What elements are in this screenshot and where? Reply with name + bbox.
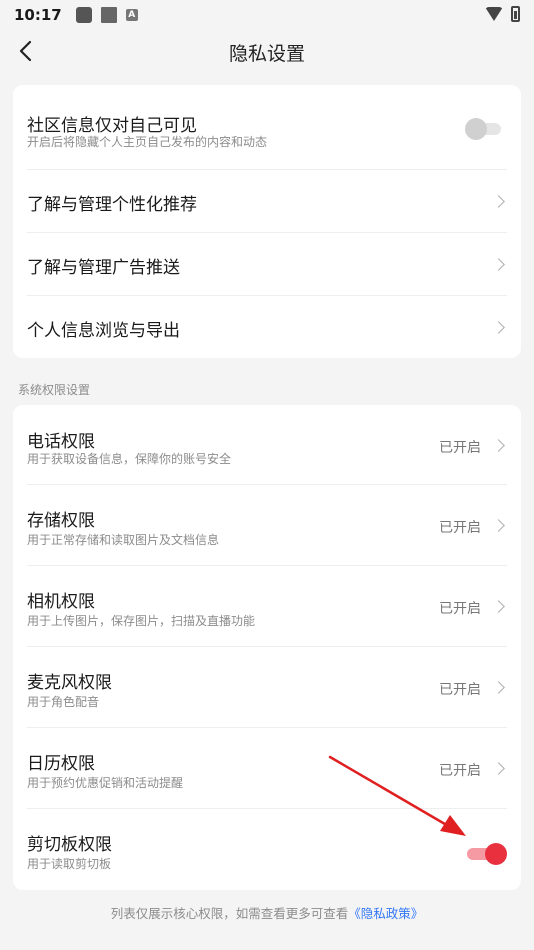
row-label: 个人信息浏览与导出	[27, 321, 180, 341]
status-time: 10:17	[14, 6, 62, 24]
notification-a-icon: A	[125, 9, 138, 21]
row-label: 了解与管理广告推送	[27, 258, 180, 278]
row-label: 了解与管理个性化推荐	[27, 195, 197, 215]
permission-status: 已开启	[439, 440, 481, 456]
permission-status: 已开启	[439, 682, 481, 698]
row-subtitle: 用于上传图片，保存图片，扫描及直播功能	[27, 614, 256, 628]
page-title: 隐私设置	[228, 43, 305, 65]
section-label: 系统权限设置	[18, 383, 91, 397]
wifi-icon	[485, 7, 503, 21]
camera-permission-row[interactable]: 相机权限 用于上传图片，保存图片，扫描及直播功能 已开启	[27, 566, 507, 647]
row-subtitle: 用于预约优惠促销和活动提醒	[27, 776, 184, 790]
row-subtitle: 开启后将隐藏个人主页自己发布的内容和动态	[27, 135, 268, 149]
row-subtitle: 用于正常存储和读取图片及文档信息	[27, 533, 220, 547]
phone-permission-row[interactable]: 电话权限 用于获取设备信息，保障你的账号安全 已开启	[27, 405, 507, 485]
notification-square-icon	[100, 7, 117, 23]
privacy-card: 社区信息仅对自己可见 开启后将隐藏个人主页自己发布的内容和动态 了解与管理个性化…	[13, 85, 521, 358]
community-visibility-row[interactable]: 社区信息仅对自己可见 开启后将隐藏个人主页自己发布的内容和动态	[27, 85, 507, 170]
app-header: 隐私设置	[0, 30, 534, 74]
chevron-right-icon	[492, 762, 505, 775]
system-permissions-card: 电话权限 用于获取设备信息，保障你的账号安全 已开启 存储权限 用于正常存储和读…	[13, 405, 521, 890]
microphone-permission-row[interactable]: 麦克风权限 用于角色配音 已开启	[27, 647, 507, 728]
row-subtitle: 用于读取剪切板	[27, 857, 112, 871]
clipboard-permission-toggle[interactable]	[465, 842, 507, 865]
privacy-policy-link[interactable]: 《隐私政策》	[348, 906, 423, 921]
permission-status: 已开启	[439, 520, 481, 536]
notification-app-icon	[75, 7, 92, 23]
row-label: 相机权限	[27, 592, 95, 612]
chevron-right-icon	[492, 321, 505, 334]
storage-permission-row[interactable]: 存储权限 用于正常存储和读取图片及文档信息 已开启	[27, 485, 507, 566]
personalized-recommend-row[interactable]: 了解与管理个性化推荐	[27, 170, 507, 233]
row-label: 电话权限	[27, 432, 95, 452]
footer-note: 列表仅展示核心权限，如需查看更多可查看《隐私政策》	[0, 903, 534, 922]
chevron-right-icon	[492, 439, 505, 452]
chevron-right-icon	[492, 681, 505, 694]
row-label: 日历权限	[27, 754, 95, 774]
chevron-right-icon	[492, 258, 505, 271]
chevron-right-icon	[492, 519, 505, 532]
personal-info-export-row[interactable]: 个人信息浏览与导出	[27, 296, 507, 358]
ad-push-row[interactable]: 了解与管理广告推送	[27, 233, 507, 296]
permission-status: 已开启	[439, 763, 481, 779]
calendar-permission-row[interactable]: 日历权限 用于预约优惠促销和活动提醒 已开启	[27, 728, 507, 809]
chevron-right-icon	[492, 195, 505, 208]
row-label: 麦克风权限	[27, 673, 112, 693]
chevron-right-icon	[492, 600, 505, 613]
battery-icon	[511, 6, 520, 22]
footer-text: 列表仅展示核心权限，如需查看更多可查看	[110, 906, 349, 921]
status-bar: 10:17 A	[0, 0, 534, 30]
permission-status: 已开启	[439, 601, 481, 617]
clipboard-permission-row[interactable]: 剪切板权限 用于读取剪切板	[27, 809, 507, 890]
row-label: 剪切板权限	[27, 835, 112, 855]
row-subtitle: 用于获取设备信息，保障你的账号安全	[27, 452, 232, 466]
row-subtitle: 用于角色配音	[27, 695, 100, 709]
row-label: 存储权限	[27, 511, 95, 531]
community-visibility-toggle[interactable]	[465, 117, 503, 140]
